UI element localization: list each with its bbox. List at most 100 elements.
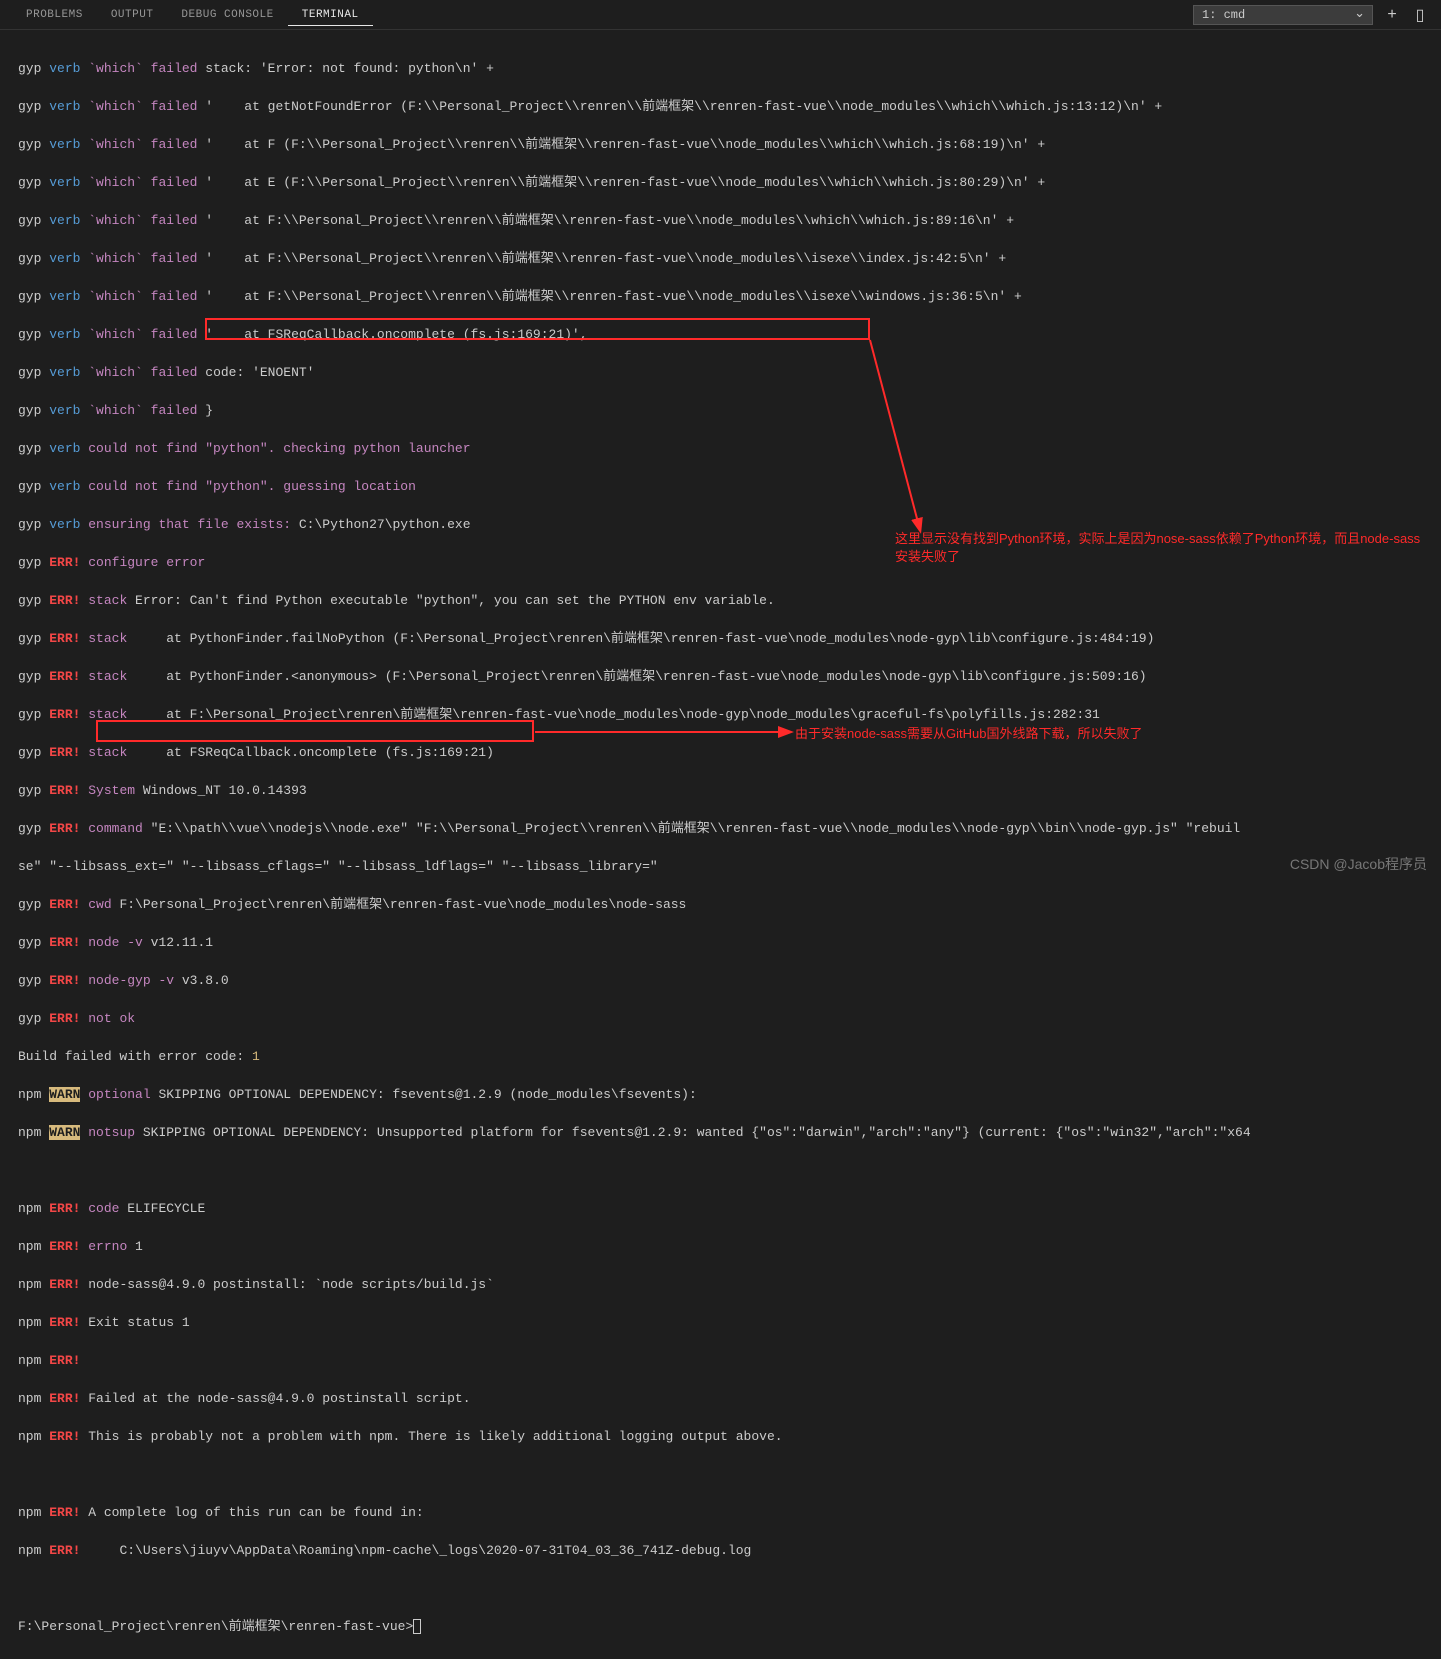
log-text: stack	[80, 707, 127, 722]
log-which: `which` failed	[88, 403, 197, 418]
log-text: ' at F:\\Personal_Project\\renren\\前端框架\…	[197, 289, 1021, 304]
log-text: }	[197, 403, 213, 418]
log-which: `which` failed	[88, 289, 197, 304]
panel-actions: 1: cmd + ▯	[1193, 5, 1429, 25]
log-level-err: ERR!	[49, 1239, 80, 1254]
log-prefix: gyp	[18, 631, 41, 646]
log-text: ' at E (F:\\Personal_Project\\renren\\前端…	[197, 175, 1045, 190]
annotation-text-python: 这里显示没有找到Python环境，实际上是因为nose-sass依赖了Pytho…	[895, 530, 1425, 566]
log-level-err: ERR!	[49, 1429, 80, 1444]
log-prefix: gyp	[18, 251, 41, 266]
log-level-err: ERR!	[49, 593, 80, 608]
log-text: stack	[80, 631, 127, 646]
log-prefix: gyp	[18, 213, 41, 228]
log-prefix: npm	[18, 1429, 41, 1444]
log-level-err: ERR!	[49, 821, 80, 836]
log-level-warn: WARN	[49, 1125, 80, 1140]
new-terminal-icon[interactable]: +	[1383, 6, 1401, 24]
tab-problems[interactable]: PROBLEMS	[12, 5, 97, 25]
log-text: Exit status 1	[80, 1315, 189, 1330]
log-prefix: gyp	[18, 973, 41, 988]
err-python-msg: Error: Can't find Python executable "pyt…	[127, 593, 775, 608]
log-level-err: ERR!	[49, 745, 80, 760]
log-text: node-sass@4.9.0 postinstall: `node scrip…	[80, 1277, 493, 1292]
log-text: could not find "python". checking python…	[80, 441, 470, 456]
split-terminal-icon[interactable]: ▯	[1411, 5, 1429, 25]
log-prefix: gyp	[18, 61, 41, 76]
log-which: `which` failed	[88, 365, 197, 380]
log-prefix: npm	[18, 1543, 41, 1558]
log-prefix: npm	[18, 1505, 41, 1520]
log-prefix: gyp	[18, 479, 41, 494]
log-which: `which` failed	[88, 99, 197, 114]
watermark: CSDN @Jacob程序员	[1290, 854, 1427, 874]
terminal-prompt[interactable]: F:\Personal_Project\renren\前端框架\renren-f…	[18, 1619, 413, 1634]
log-text: node -v	[80, 935, 142, 950]
log-level-err: ERR!	[49, 1315, 80, 1330]
log-level-err: ERR!	[49, 631, 80, 646]
log-prefix: gyp	[18, 593, 41, 608]
terminal-output[interactable]: gyp verb `which` failed stack: 'Error: n…	[0, 30, 1441, 1659]
log-level-verb: verb	[49, 517, 80, 532]
err-node-sass-fail: Failed at the node-sass@4.9.0 postinstal…	[80, 1391, 470, 1406]
log-text: C:\Python27\python.exe	[291, 517, 470, 532]
tab-terminal[interactable]: TERMINAL	[288, 5, 373, 26]
log-prefix: npm	[18, 1087, 41, 1102]
log-prefix: npm	[18, 1353, 41, 1368]
log-level-verb: verb	[49, 289, 80, 304]
log-level-err: ERR!	[49, 707, 80, 722]
tab-output[interactable]: OUTPUT	[97, 5, 168, 25]
log-level-err: ERR!	[49, 973, 80, 988]
log-level-err: ERR!	[49, 1277, 80, 1292]
log-level-err: ERR!	[49, 1353, 80, 1368]
log-prefix: npm	[18, 1391, 41, 1406]
log-text: code: 'ENOENT'	[197, 365, 314, 380]
log-text: ELIFECYCLE	[119, 1201, 205, 1216]
annotation-text-nodesass: 由于安装node-sass需要从GitHub国外线路下载，所以失败了	[795, 725, 1142, 743]
log-prefix: gyp	[18, 935, 41, 950]
log-text: node-gyp -v	[80, 973, 174, 988]
log-prefix: gyp	[18, 99, 41, 114]
log-text: v12.11.1	[143, 935, 213, 950]
log-text: could not find "python". guessing locati…	[80, 479, 415, 494]
log-text: System	[80, 783, 135, 798]
log-level-err: ERR!	[49, 783, 80, 798]
log-which: `which` failed	[88, 61, 197, 76]
log-prefix: gyp	[18, 517, 41, 532]
terminal-select[interactable]: 1: cmd	[1193, 5, 1373, 25]
log-prefix: gyp	[18, 669, 41, 684]
log-prefix: gyp	[18, 745, 41, 760]
log-level-verb: verb	[49, 213, 80, 228]
log-prefix: npm	[18, 1277, 41, 1292]
log-level-err: ERR!	[49, 1201, 80, 1216]
log-text: notsup	[80, 1125, 135, 1140]
log-prefix: npm	[18, 1201, 41, 1216]
log-text: at FSReqCallback.oncomplete (fs.js:169:2…	[127, 745, 494, 760]
log-prefix: gyp	[18, 783, 41, 798]
log-prefix: npm	[18, 1315, 41, 1330]
log-prefix: gyp	[18, 1011, 41, 1026]
cursor-icon	[413, 1619, 421, 1634]
log-level-err: ERR!	[49, 669, 80, 684]
tab-debug-console[interactable]: DEBUG CONSOLE	[167, 5, 287, 25]
log-prefix: gyp	[18, 175, 41, 190]
build-failed-text: Build failed with error code:	[18, 1049, 252, 1064]
log-level-err: ERR!	[49, 935, 80, 950]
log-prefix: gyp	[18, 441, 41, 456]
log-level-err: ERR!	[49, 555, 80, 570]
log-text: ' at F (F:\\Personal_Project\\renren\\前端…	[197, 137, 1045, 152]
log-text: at PythonFinder.failNoPython (F:\Persona…	[127, 631, 1154, 646]
log-level-verb: verb	[49, 441, 80, 456]
log-text: 1	[127, 1239, 143, 1254]
log-text: "E:\\path\\vue\\nodejs\\node.exe" "F:\\P…	[143, 821, 1240, 836]
log-text: SKIPPING OPTIONAL DEPENDENCY: Unsupporte…	[135, 1125, 1251, 1140]
log-level-verb: verb	[49, 365, 80, 380]
log-prefix: npm	[18, 1239, 41, 1254]
log-level-err: ERR!	[49, 1505, 80, 1520]
log-text: cwd	[80, 897, 111, 912]
log-text: se" "--libsass_ext=" "--libsass_cflags="…	[18, 859, 658, 874]
log-level-verb: verb	[49, 403, 80, 418]
log-level-verb: verb	[49, 61, 80, 76]
log-which: `which` failed	[88, 137, 197, 152]
log-text: errno	[80, 1239, 127, 1254]
